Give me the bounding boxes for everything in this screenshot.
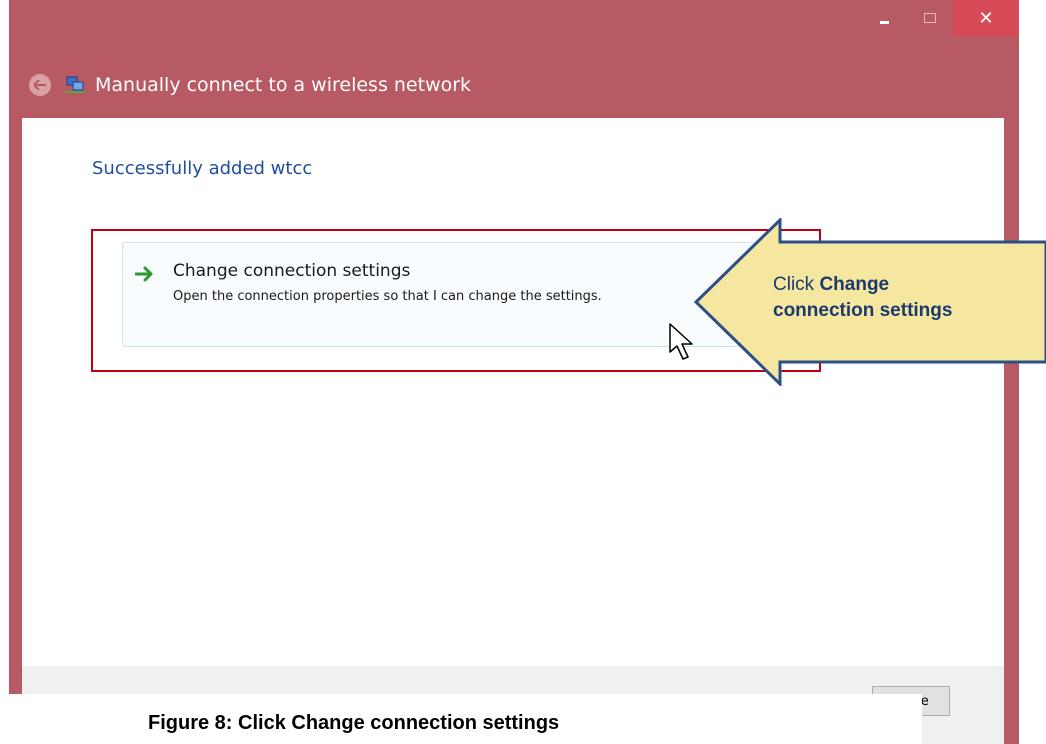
- callout-prefix: Click: [773, 274, 815, 295]
- back-button[interactable]: [29, 74, 51, 96]
- callout-bold-line2: connection settings: [773, 300, 953, 321]
- network-icon: [65, 76, 85, 94]
- dialog-content: Successfully added wtcc Change connectio…: [22, 118, 1004, 666]
- figure-caption: Figure 8: Click Change connection settin…: [148, 712, 560, 734]
- window-title: Manually connect to a wireless network: [95, 74, 472, 96]
- window-controls: ✕: [861, 0, 1019, 36]
- minimize-icon: [879, 20, 889, 24]
- close-window-button[interactable]: ✕: [953, 0, 1019, 36]
- mouse-cursor-icon: [669, 323, 693, 360]
- minimize-button[interactable]: [861, 0, 907, 36]
- success-message: Successfully added wtcc: [92, 158, 313, 179]
- callout-bold-line1: Change: [819, 274, 890, 295]
- close-icon: ✕: [978, 7, 994, 29]
- dialog-header: Manually connect to a wireless network: [9, 62, 1019, 108]
- maximize-icon: [924, 13, 936, 23]
- maximize-button[interactable]: [907, 0, 953, 36]
- callout-text: Click Change connection settings: [773, 272, 952, 324]
- back-arrow-icon: [34, 80, 46, 90]
